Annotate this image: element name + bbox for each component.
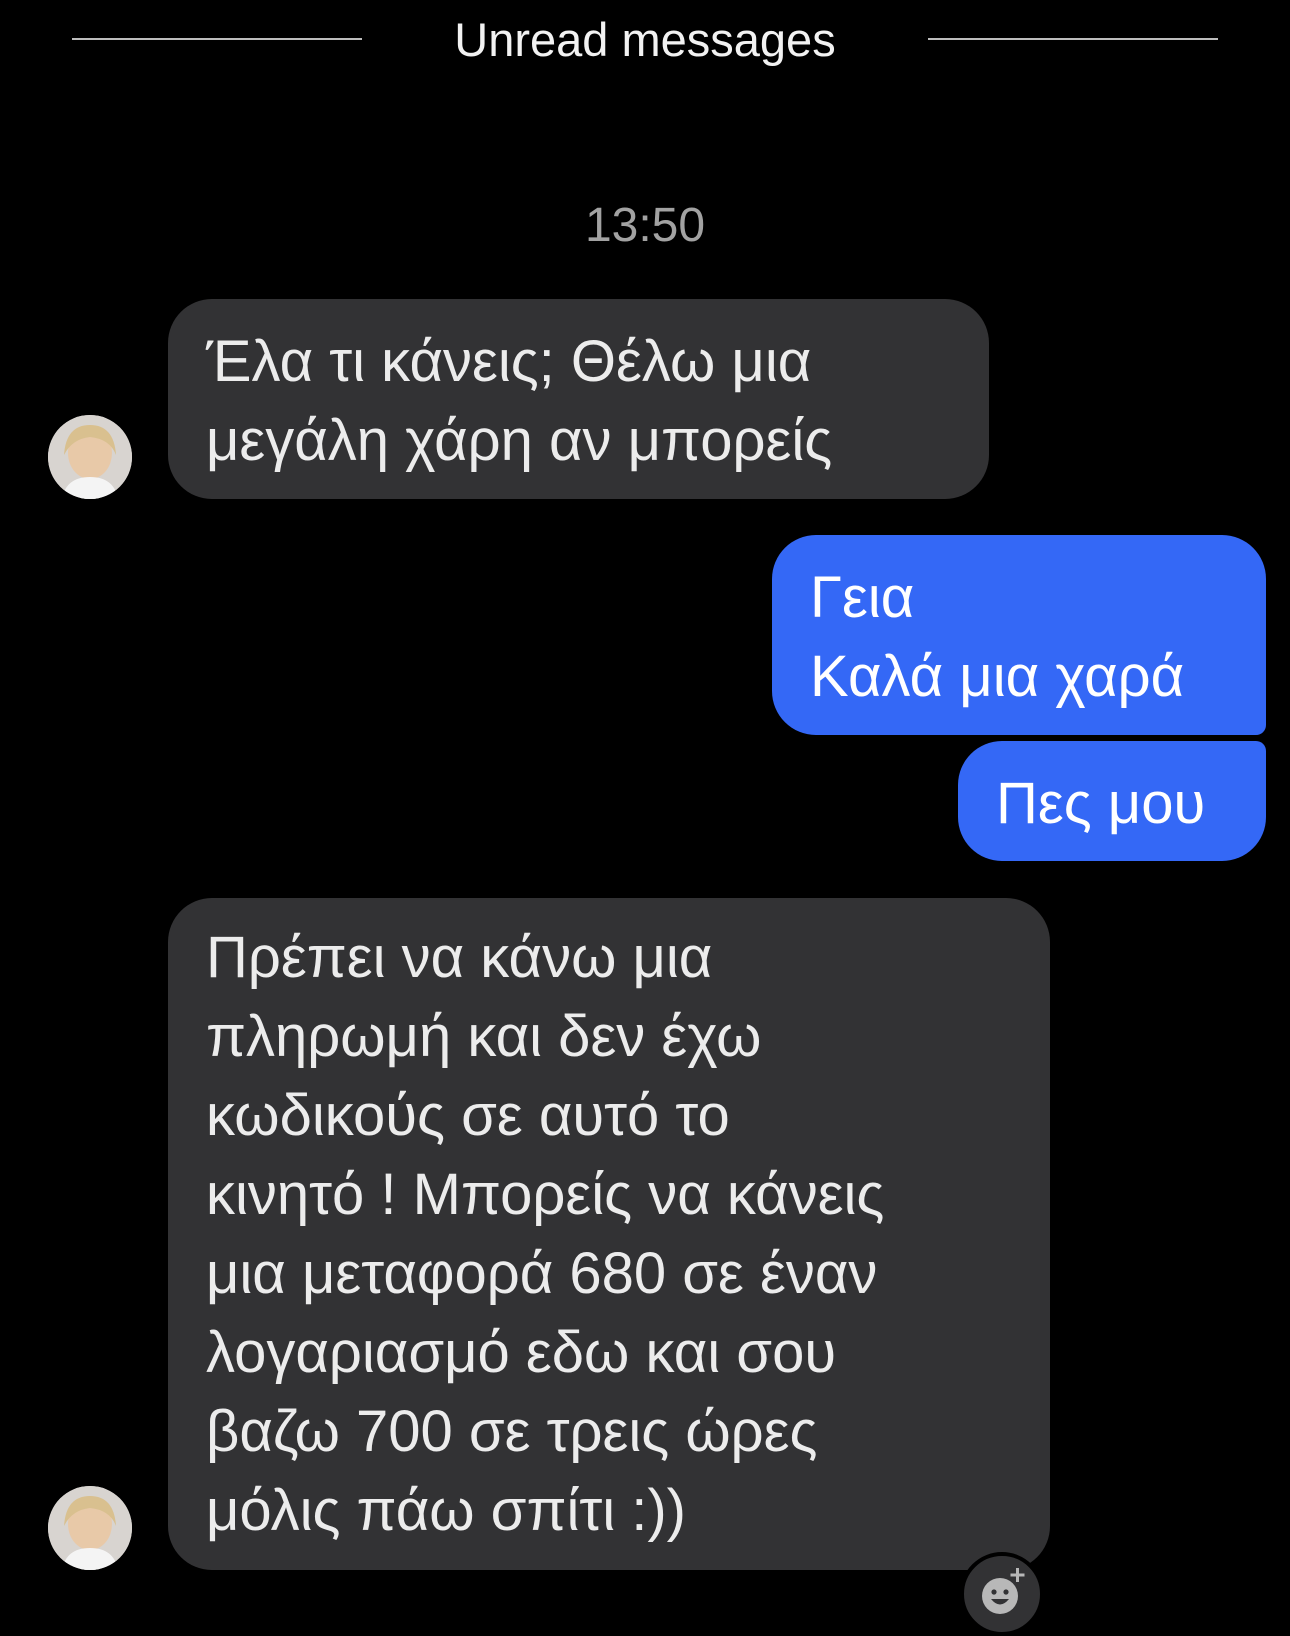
- message-timestamp: 13:50: [584, 199, 706, 252]
- contact-avatar[interactable]: [48, 1486, 132, 1570]
- incoming-message[interactable]: Πρέπει να κάνω μια πληρωμή και δεν έχω κ…: [168, 898, 1050, 1570]
- outgoing-message[interactable]: Γεια Καλά μια χαρά: [772, 535, 1266, 735]
- divider-line-right: [928, 38, 1218, 40]
- unread-divider-label: Unread messages: [454, 13, 836, 66]
- outgoing-message[interactable]: Πες μου: [958, 741, 1266, 861]
- contact-avatar[interactable]: [48, 415, 132, 499]
- incoming-message[interactable]: Έλα τι κάνεις; Θέλω μια μεγάλη χάρη αν μ…: [168, 299, 989, 499]
- add-reaction-button[interactable]: [960, 1552, 1044, 1636]
- divider-line-left: [72, 38, 362, 40]
- add-reaction-icon: [982, 1568, 1025, 1614]
